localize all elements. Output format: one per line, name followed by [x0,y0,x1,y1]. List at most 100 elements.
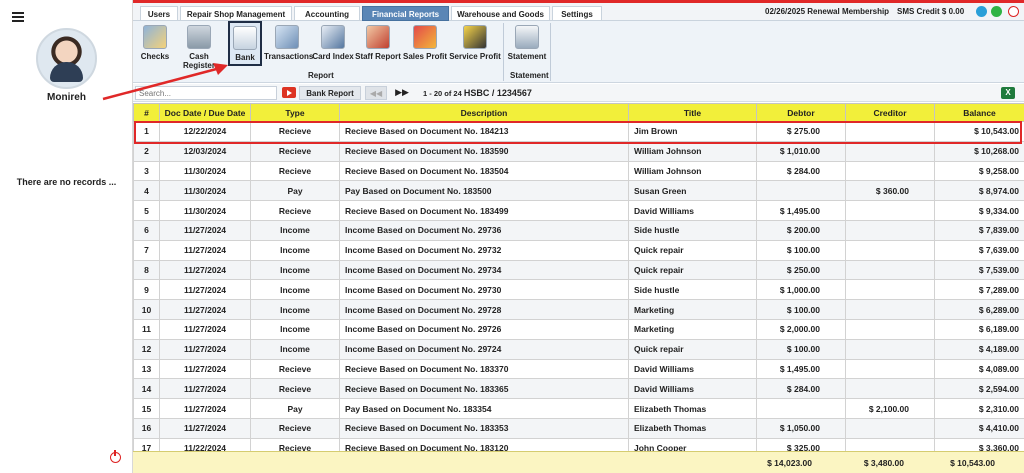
description-cell: Recieve Based on Document No. 183365 [339,378,629,400]
ribbon-group-statement: Statement [510,71,549,80]
table-row[interactable]: 1 12/22/2024 Recieve Recieve Based on Docum… [133,121,1024,142]
tab-accounting[interactable]: Accounting [294,6,360,21]
staff-report-button[interactable]: Staff Report [355,25,401,69]
title-cell: Quick repair [628,239,757,261]
tab-warehouse-and-goods[interactable]: Warehouse and Goods [451,6,550,21]
balance-cell: $ 8,974.00 [934,180,1024,202]
total-creditor: $ 3,480.00 [863,458,904,468]
balance-cell: $ 6,289.00 [934,299,1024,320]
ribbon-separator [503,23,504,81]
col-doc-date-header[interactable]: Doc Date / Due Date [159,103,251,122]
row-number-cell: 5 [133,200,160,221]
logout-icon[interactable] [110,450,121,463]
table-row[interactable]: 5 11/30/2024 Recieve Recieve Based on Docum… [133,200,1024,221]
type-cell: Income [250,299,340,320]
col-balance-header[interactable]: Balance [934,103,1024,122]
title-cell: Susan Green [628,180,757,202]
row-number-cell: 11 [133,318,160,340]
debtor-cell: $ 2,000.00 [756,318,846,340]
table-row[interactable]: 13 11/27/2024 Recieve Recieve Based on Docu… [133,358,1024,380]
doc-date-cell: 11/27/2024 [159,239,251,261]
tab-repair-shop-management[interactable]: Repair Shop Management [180,6,292,21]
col-creditor-header[interactable]: Creditor [845,103,935,122]
statement-button[interactable]: Statement [507,25,547,69]
table-row[interactable]: 15 11/27/2024 Pay Pay Based on Document No.… [133,398,1024,419]
description-cell: Pay Based on Document No. 183354 [339,398,629,419]
description-cell: Income Based on Document No. 29736 [339,219,629,241]
power-icon[interactable] [1008,6,1019,17]
type-cell: Income [250,239,340,261]
table-row[interactable]: 2 12/03/2024 Recieve Recieve Based on Docum… [133,140,1024,162]
type-cell: Income [250,279,340,301]
statement-icon [515,25,539,49]
table-row[interactable]: 11 11/27/2024 Income Income Based on Docume… [133,318,1024,340]
col-type-header[interactable]: Type [250,103,340,122]
transactions-button[interactable]: Transactions [264,25,313,69]
bank-report-button[interactable]: Bank Report [299,86,361,100]
doc-date-cell: 11/27/2024 [159,279,251,301]
totals-row: $ 14,023.00 $ 3,480.00 $ 10,543.00 [133,451,1024,473]
video-play-icon[interactable] [282,87,296,98]
staff-report-icon [366,25,390,49]
sales-profit-button[interactable]: Sales Profit [403,25,447,69]
table-row[interactable]: 4 11/30/2024 Pay Pay Based on Document No. … [133,180,1024,202]
title-cell: Side hustle [628,279,757,301]
tab-financial-reports[interactable]: Financial Reports [362,6,449,21]
title-cell: David Williams [628,378,757,400]
creditor-cell [845,279,935,301]
type-cell: Recieve [250,160,340,182]
card-index-button[interactable]: Card Index [312,25,354,69]
col-debtor-header[interactable]: Debtor [756,103,846,122]
description-cell: Recieve Based on Document No. 183370 [339,358,629,380]
excel-export-icon[interactable]: X [1001,87,1015,99]
telegram-icon[interactable] [976,6,987,17]
table-row[interactable]: 8 11/27/2024 Income Income Based on Documen… [133,259,1024,281]
table-row[interactable]: 7 11/27/2024 Income Income Based on Documen… [133,239,1024,261]
empty-state-text: There are no records ... [16,177,117,187]
table-row[interactable]: 16 11/27/2024 Recieve Recieve Based on Docu… [133,417,1024,439]
service-profit-button[interactable]: Service Profit [449,25,501,69]
debtor-cell: $ 1,495.00 [756,200,846,221]
creditor-cell [845,239,935,261]
tab-users[interactable]: Users [140,6,178,21]
table-row[interactable]: 14 11/27/2024 Recieve Recieve Based on Docu… [133,378,1024,400]
title-cell: William Johnson [628,160,757,182]
creditor-cell [845,338,935,360]
bank-icon [233,26,257,50]
previous-page-button[interactable]: ◀◀ [365,86,387,100]
debtor-cell: $ 100.00 [756,338,846,360]
tab-settings[interactable]: Settings [552,6,602,21]
balance-cell: $ 10,543.00 [934,121,1024,142]
creditor-cell [845,417,935,439]
row-number-cell: 16 [133,417,160,439]
account-label: HSBC / 1234567 [463,88,532,98]
creditor-cell [845,200,935,221]
table-row[interactable]: 9 11/27/2024 Income Income Based on Documen… [133,279,1024,301]
table-row[interactable]: 10 11/27/2024 Income Income Based on Docume… [133,299,1024,320]
creditor-cell [845,299,935,320]
balance-cell: $ 7,639.00 [934,239,1024,261]
balance-cell: $ 9,258.00 [934,160,1024,182]
next-page-button[interactable]: ▶▶ [391,86,413,100]
pointer-arrow-annotation [102,63,228,101]
description-cell: Pay Based on Document No. 183500 [339,180,629,202]
title-cell: Side hustle [628,219,757,241]
type-cell: Recieve [250,200,340,221]
creditor-cell [845,378,935,400]
hamburger-menu-icon[interactable] [12,12,24,22]
table-row[interactable]: 12 11/27/2024 Income Income Based on Docume… [133,338,1024,360]
col-number-header[interactable]: # [133,103,160,122]
row-number-cell: 14 [133,378,160,400]
type-cell: Recieve [250,378,340,400]
membership-status: 02/26/2025 Renewal Membership [765,7,890,16]
card-index-label: Card Index [312,52,354,61]
description-cell: Income Based on Document No. 29732 [339,239,629,261]
balance-cell: $ 2,594.00 [934,378,1024,400]
table-row[interactable]: 3 11/30/2024 Recieve Recieve Based on Docum… [133,160,1024,182]
whatsapp-icon[interactable] [991,6,1002,17]
col-description-header[interactable]: Description [339,103,629,122]
sales-profit-icon [413,25,437,49]
service-profit-label: Service Profit [449,52,501,61]
table-row[interactable]: 6 11/27/2024 Income Income Based on Documen… [133,219,1024,241]
col-title-header[interactable]: Title [628,103,757,122]
